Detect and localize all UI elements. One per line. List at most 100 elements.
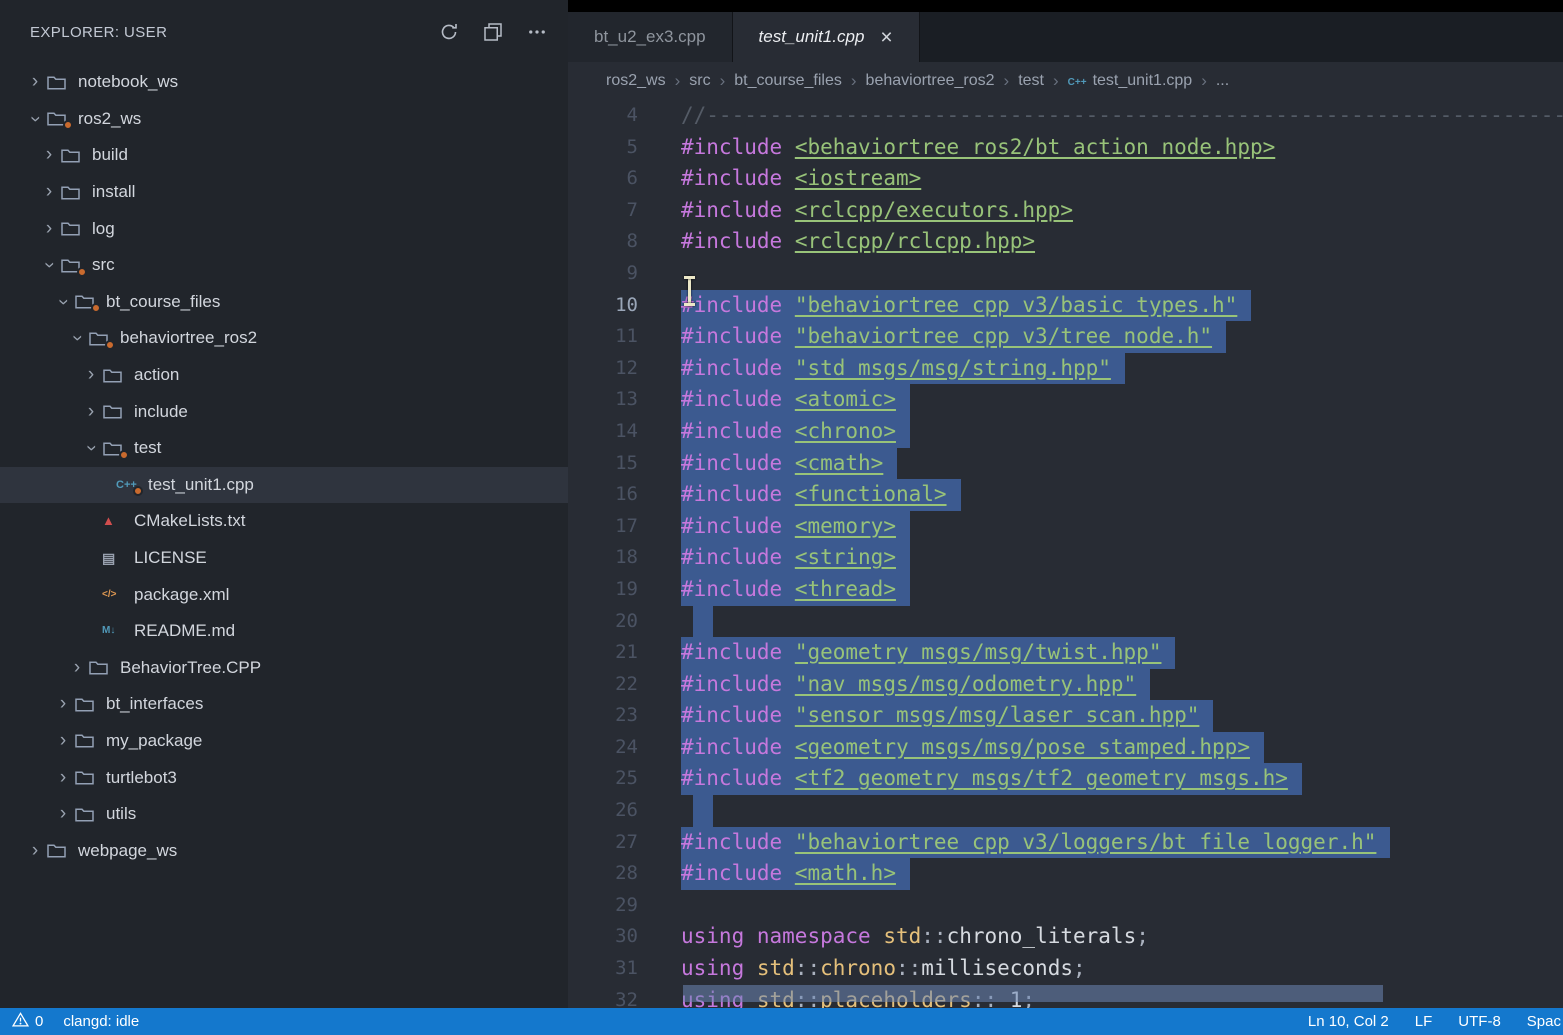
refresh-icon[interactable] bbox=[438, 21, 460, 43]
code-line-17[interactable]: 17#include <memory> bbox=[568, 511, 1563, 543]
chevron-right-icon[interactable]: › bbox=[52, 767, 74, 789]
code-line-29[interactable]: 29 bbox=[568, 890, 1563, 922]
code-line-27[interactable]: 27#include "behaviortree_cpp_v3/loggers/… bbox=[568, 827, 1563, 859]
chevron-down-icon[interactable]: › bbox=[24, 108, 46, 130]
code-line-28[interactable]: 28#include <math.h> bbox=[568, 858, 1563, 890]
tree-folder-build[interactable]: ›build bbox=[0, 137, 568, 174]
code-line-8[interactable]: 8#include <rclcpp/rclcpp.hpp> bbox=[568, 226, 1563, 258]
tree-folder-bt_interfaces[interactable]: ›bt_interfaces bbox=[0, 686, 568, 723]
line-number: 8 bbox=[568, 226, 638, 258]
tree-folder-include[interactable]: ›include bbox=[0, 393, 568, 430]
breadcrumb-label: behaviortree_ros2 bbox=[866, 72, 995, 90]
tab-bt_u2_ex3.cpp[interactable]: bt_u2_ex3.cpp bbox=[568, 12, 733, 62]
chevron-down-icon[interactable]: › bbox=[38, 254, 60, 276]
breadcrumb-item-src[interactable]: src bbox=[689, 72, 710, 90]
tree-folder-log[interactable]: ›log bbox=[0, 210, 568, 247]
tree-file-README.md[interactable]: M↓README.md bbox=[0, 613, 568, 650]
tree-folder-turtlebot3[interactable]: ›turtlebot3 bbox=[0, 759, 568, 796]
tree-folder-action[interactable]: ›action bbox=[0, 357, 568, 394]
code-line-31[interactable]: 31using std::chrono::milliseconds; bbox=[568, 953, 1563, 985]
breadcrumb-item-behaviortree_ros2[interactable]: behaviortree_ros2 bbox=[866, 72, 995, 90]
tree-item-label: BehaviorTree.CPP bbox=[118, 658, 261, 678]
chevron-right-icon[interactable]: › bbox=[80, 364, 102, 386]
breadcrumb-separator-icon: › bbox=[1004, 71, 1010, 91]
breadcrumb-item-bt_course_files[interactable]: bt_course_files bbox=[734, 72, 842, 90]
line-content: #include <geometry_msgs/msg/pose_stamped… bbox=[638, 732, 1264, 764]
tree-folder-notebook_ws[interactable]: ›notebook_ws bbox=[0, 64, 568, 101]
problems-indicator[interactable]: 0 bbox=[12, 1012, 43, 1031]
tab-test_unit1.cpp[interactable]: test_unit1.cpp × bbox=[733, 12, 920, 62]
code-line-21[interactable]: 21#include "geometry_msgs/msg/twist.hpp" bbox=[568, 637, 1563, 669]
tree-file-LICENSE[interactable]: ▤LICENSE bbox=[0, 540, 568, 577]
horizontal-scrollbar[interactable] bbox=[683, 985, 1383, 1002]
code-line-11[interactable]: 11#include "behaviortree_cpp_v3/tree_nod… bbox=[568, 321, 1563, 353]
chevron-right-icon[interactable]: › bbox=[80, 401, 102, 423]
code-token: #include bbox=[681, 861, 782, 885]
cursor-position[interactable]: Ln 10, Col 2 bbox=[1308, 1013, 1389, 1030]
status-left: 0 clangd: idle bbox=[12, 1012, 139, 1031]
folder-icon bbox=[74, 806, 104, 823]
code-line-30[interactable]: 30using namespace std::chrono_literals; bbox=[568, 921, 1563, 953]
close-icon[interactable]: × bbox=[880, 27, 892, 48]
code-line-24[interactable]: 24#include <geometry_msgs/msg/pose_stamp… bbox=[568, 732, 1563, 764]
more-actions-icon[interactable] bbox=[526, 21, 548, 43]
code-line-23[interactable]: 23#include "sensor_msgs/msg/laser_scan.h… bbox=[568, 700, 1563, 732]
tree-folder-utils[interactable]: ›utils bbox=[0, 796, 568, 833]
code-line-16[interactable]: 16#include <functional> bbox=[568, 479, 1563, 511]
chevron-down-icon[interactable]: › bbox=[80, 437, 102, 459]
clangd-status[interactable]: clangd: idle bbox=[63, 1013, 139, 1030]
code-token: #include bbox=[681, 514, 782, 538]
code-line-7[interactable]: 7#include <rclcpp/executors.hpp> bbox=[568, 195, 1563, 227]
chevron-right-icon[interactable]: › bbox=[52, 730, 74, 752]
tree-folder-ros2_ws[interactable]: ›ros2_ws bbox=[0, 101, 568, 138]
tree-folder-BehaviorTree.CPP[interactable]: › BehaviorTree.CPP bbox=[0, 650, 568, 687]
eol-indicator[interactable]: LF bbox=[1415, 1013, 1433, 1030]
code-line-14[interactable]: 14#include <chrono> bbox=[568, 416, 1563, 448]
tree-folder-test[interactable]: ›test bbox=[0, 430, 568, 467]
code-line-13[interactable]: 13#include <atomic> bbox=[568, 384, 1563, 416]
breadcrumb-item-ros2_ws[interactable]: ros2_ws bbox=[606, 72, 666, 90]
tree-folder-src[interactable]: ›src bbox=[0, 247, 568, 284]
chevron-right-icon[interactable]: › bbox=[24, 71, 46, 93]
breadcrumb-item-...[interactable]: ... bbox=[1216, 72, 1229, 90]
chevron-right-icon[interactable]: › bbox=[38, 144, 60, 166]
collapse-folders-icon[interactable] bbox=[482, 21, 504, 43]
code-line-5[interactable]: 5#include <behaviortree_ros2/bt_action_n… bbox=[568, 132, 1563, 164]
code-line-4[interactable]: 4//-------------------------------------… bbox=[568, 100, 1563, 132]
tree-file-test_unit1.cpp[interactable]: C++test_unit1.cpp bbox=[0, 467, 568, 504]
code-line-15[interactable]: 15#include <cmath> bbox=[568, 448, 1563, 480]
code-token: :: bbox=[896, 956, 921, 980]
tree-folder-install[interactable]: ›install bbox=[0, 174, 568, 211]
selection-highlight: #include "nav_msgs/msg/odometry.hpp" bbox=[681, 669, 1150, 701]
code-line-19[interactable]: 19#include <thread> bbox=[568, 574, 1563, 606]
code-line-12[interactable]: 12#include "std_msgs/msg/string.hpp" bbox=[568, 353, 1563, 385]
breadcrumb-item-test[interactable]: test bbox=[1018, 72, 1044, 90]
chevron-right-icon[interactable]: › bbox=[38, 181, 60, 203]
code-line-26[interactable]: 26 bbox=[568, 795, 1563, 827]
chevron-down-icon[interactable]: › bbox=[66, 327, 88, 349]
code-line-6[interactable]: 6#include <iostream> bbox=[568, 163, 1563, 195]
code-line-10[interactable]: 10#include "behaviortree_cpp_v3/basic_ty… bbox=[568, 290, 1563, 322]
code-line-25[interactable]: 25#include <tf2_geometry_msgs/tf2_geomet… bbox=[568, 763, 1563, 795]
chevron-right-icon[interactable]: › bbox=[52, 693, 74, 715]
tree-folder-my_package[interactable]: ›my_package bbox=[0, 723, 568, 760]
tree-folder-webpage_ws[interactable]: ›webpage_ws bbox=[0, 832, 568, 869]
chevron-right-icon[interactable]: › bbox=[52, 803, 74, 825]
code-line-20[interactable]: 20 bbox=[568, 606, 1563, 638]
tree-folder-bt_course_files[interactable]: ›bt_course_files bbox=[0, 284, 568, 321]
tab-label: test_unit1.cpp bbox=[759, 27, 865, 47]
code-line-22[interactable]: 22#include "nav_msgs/msg/odometry.hpp" bbox=[568, 669, 1563, 701]
code-line-18[interactable]: 18#include <string> bbox=[568, 542, 1563, 574]
breadcrumb-item-test_unit1.cpp[interactable]: C++test_unit1.cpp bbox=[1068, 72, 1193, 91]
chevron-right-icon[interactable]: › bbox=[66, 657, 88, 679]
chevron-right-icon[interactable]: › bbox=[24, 840, 46, 862]
chevron-right-icon[interactable]: › bbox=[38, 218, 60, 240]
selection-highlight bbox=[693, 795, 713, 827]
tree-file-package.xml[interactable]: </>package.xml bbox=[0, 576, 568, 613]
chevron-down-icon[interactable]: › bbox=[52, 291, 74, 313]
code-line-9[interactable]: 9 bbox=[568, 258, 1563, 290]
tree-folder-behaviortree_ros2[interactable]: ›behaviortree_ros2 bbox=[0, 320, 568, 357]
indentation-indicator[interactable]: Spac bbox=[1527, 1013, 1561, 1030]
tree-file-CMakeLists.txt[interactable]: ▲CMakeLists.txt bbox=[0, 503, 568, 540]
encoding-indicator[interactable]: UTF-8 bbox=[1458, 1013, 1501, 1030]
